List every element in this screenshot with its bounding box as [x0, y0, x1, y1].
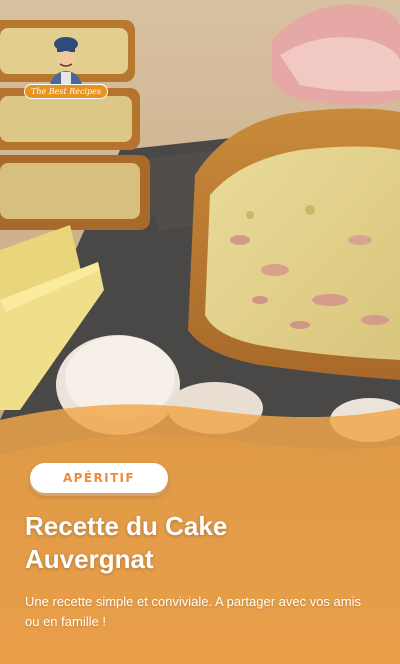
logo-text: The Best Recipes [24, 84, 108, 99]
story-description: Une recette simple et conviviale. A part… [25, 594, 361, 629]
story-title-line2: Auvergnat [25, 544, 154, 574]
brand-logo[interactable]: The Best Recipes [24, 36, 108, 104]
story-title-line1: Recette du Cake [25, 511, 228, 541]
story-title: Recette du Cake Auvergnat [25, 510, 375, 576]
category-badge[interactable]: APÉRITIF [30, 463, 168, 493]
chef-icon [49, 37, 83, 90]
